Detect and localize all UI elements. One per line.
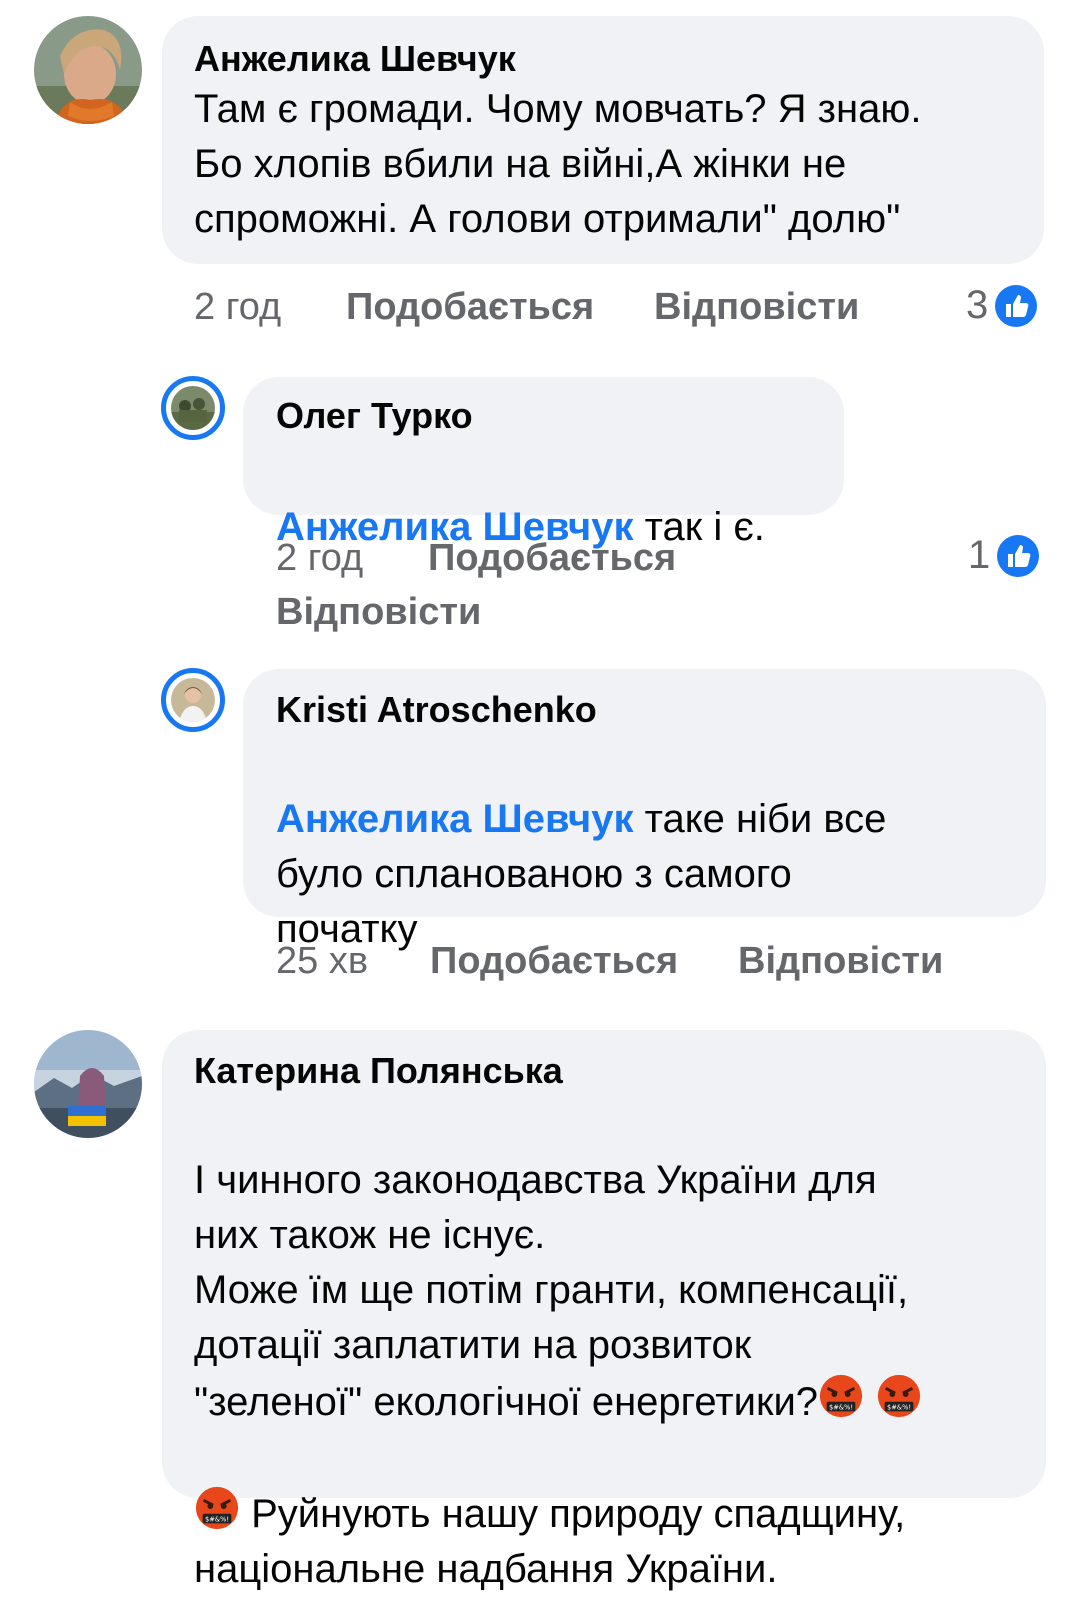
- like-button[interactable]: Подобається: [346, 285, 594, 329]
- like-button[interactable]: Подобається: [428, 536, 676, 580]
- reaction-number: 1: [968, 533, 991, 577]
- comment-bubble: Катерина Полянська І чинного законодавст…: [162, 1030, 1046, 1591]
- comment-body: таке ніби все: [633, 797, 887, 841]
- avatar-photo: [171, 678, 215, 722]
- reaction-number: 3: [966, 283, 989, 327]
- avatar[interactable]: [161, 668, 225, 732]
- comment-text: І чинного законодавства України для них …: [194, 1098, 1014, 1597]
- svg-text:$#&%!: $#&%!: [829, 1403, 853, 1411]
- comment-author[interactable]: Олег Турко: [276, 395, 812, 437]
- comment-author[interactable]: Kristi Atroschenko: [276, 689, 1014, 731]
- comment-body: І чинного законодавства України для них …: [194, 1158, 909, 1424]
- reaction-count[interactable]: 1: [968, 533, 1040, 578]
- like-icon: [997, 534, 1040, 577]
- comment-body-continued: Руйнують нашу природу спадщину, націонал…: [194, 1492, 906, 1591]
- angry-cursing-face-icon: $#&%!: [877, 1374, 921, 1418]
- comment-text: Там є громади. Чому мовчать? Я знаю. Бо …: [194, 87, 922, 241]
- like-button[interactable]: Подобається: [430, 939, 678, 983]
- comment-bubble: Kristi Atroschenko Анжелика Шевчук таке …: [243, 669, 1046, 951]
- like-icon: [995, 284, 1038, 327]
- avatar-photo: [34, 16, 142, 124]
- comment-actions: 25 хв Подобається Відповісти: [0, 939, 1080, 989]
- angry-cursing-face-icon: $#&%!: [819, 1374, 863, 1418]
- svg-text:$#&%!: $#&%!: [205, 1515, 229, 1523]
- comment-time[interactable]: 2 год: [276, 536, 363, 580]
- comment-author[interactable]: Анжелика Шевчук: [194, 38, 1012, 80]
- comment-actions: 2 год Подобається Відповісти: [0, 285, 1080, 335]
- avatar[interactable]: [34, 1030, 142, 1138]
- avatar-photo: [171, 386, 215, 430]
- reply-button[interactable]: Відповісти: [654, 285, 859, 329]
- comment-bubble: Олег Турко Анжелика Шевчук так і є.: [243, 377, 844, 549]
- comment-time[interactable]: 2 год: [194, 285, 281, 329]
- comment-time[interactable]: 25 хв: [276, 939, 368, 983]
- avatar-photo: [34, 1030, 142, 1138]
- avatar[interactable]: [34, 16, 142, 124]
- mention-link[interactable]: Анжелика Шевчук: [276, 797, 634, 841]
- comment-bubble: Анжелика Шевчук Там є громади. Чому мовч…: [162, 16, 1044, 264]
- reaction-count[interactable]: 3: [966, 283, 1038, 328]
- comment-actions: 2 год Подобається Відповісти: [0, 536, 1080, 636]
- svg-text:$#&%!: $#&%!: [887, 1403, 911, 1411]
- comment-text: Анжелика Шевчук таке ніби все: [276, 737, 1014, 847]
- reply-button[interactable]: Відповісти: [738, 939, 943, 983]
- reply-button[interactable]: Відповісти: [276, 590, 481, 634]
- avatar[interactable]: [161, 376, 225, 440]
- angry-cursing-face-icon: $#&%!: [195, 1486, 239, 1530]
- comment-author[interactable]: Катерина Полянська: [194, 1050, 1014, 1092]
